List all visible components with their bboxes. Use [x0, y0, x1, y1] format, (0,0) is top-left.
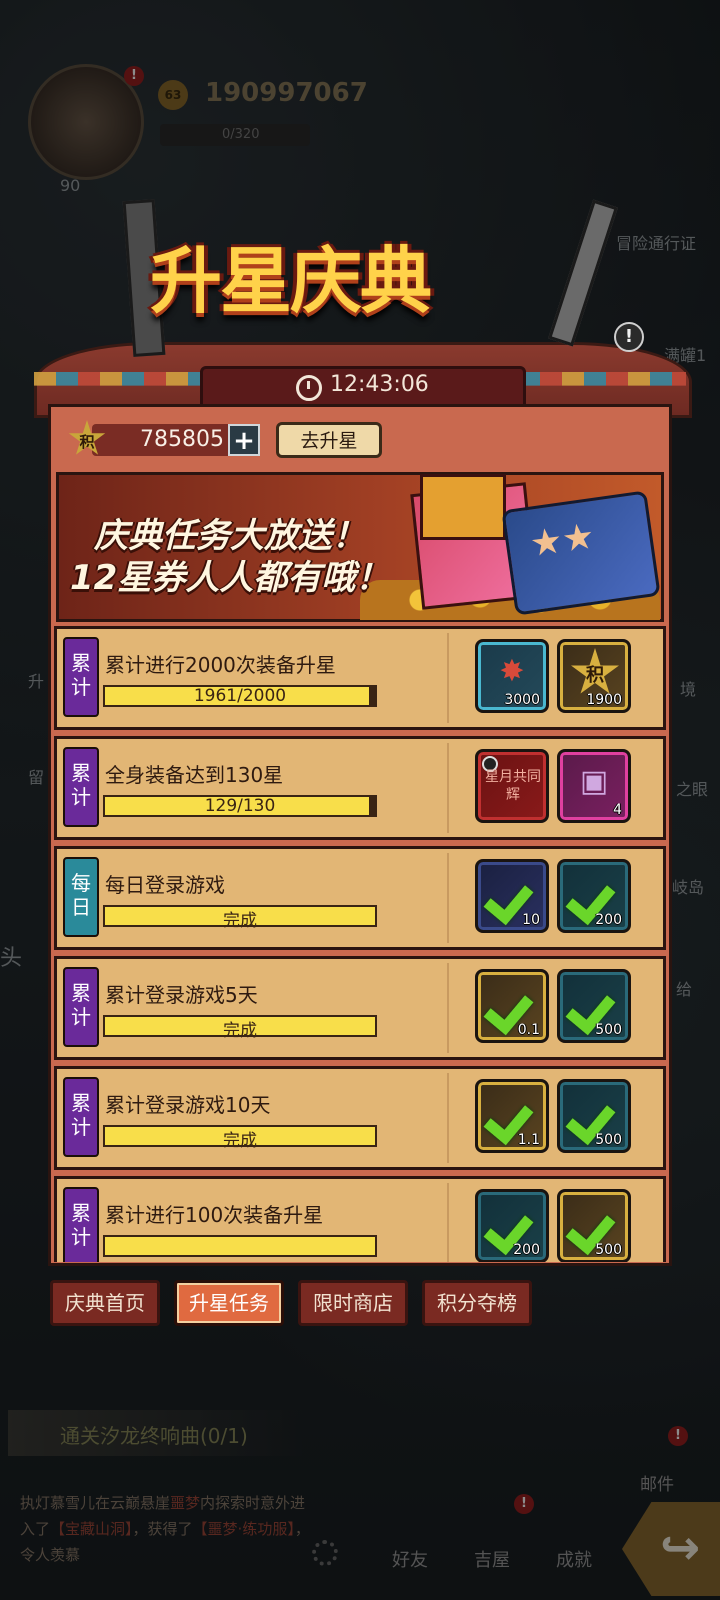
reward-count: 200: [513, 1242, 540, 1258]
task-divider: [447, 1073, 449, 1163]
reward-count: 10: [522, 912, 540, 928]
reward-item[interactable]: 1.1: [475, 1079, 549, 1153]
tab-3[interactable]: 限时商店: [298, 1280, 408, 1326]
chest-icon: ▣: [579, 764, 609, 799]
task-tag: 累计: [63, 747, 99, 827]
task-row[interactable]: 每日每日登录游戏完成 10 200: [54, 846, 666, 950]
reward-count: 1900: [586, 692, 622, 708]
task-row[interactable]: 累计累计进行100次装备升星 200 500: [54, 1176, 666, 1262]
task-divider: [447, 1183, 449, 1262]
task-title: 每日登录游戏: [105, 873, 225, 897]
task-divider: [447, 963, 449, 1053]
reward-item[interactable]: ✸ 3000: [475, 639, 549, 713]
reward-item[interactable]: 积 1900: [557, 639, 631, 713]
task-row[interactable]: 累计累计登录游戏10天完成 1.1 500: [54, 1066, 666, 1170]
add-score-button[interactable]: +: [228, 424, 260, 456]
event-timer: 12:43:06: [330, 372, 429, 397]
task-list[interactable]: 累计累计进行2000次装备升星 1961/2000 ✸ 3000 积 1900 累计全身装备…: [52, 626, 668, 1262]
task-title: 全身装备达到130星: [105, 763, 284, 787]
score-value: 785805: [140, 427, 224, 452]
reward-item[interactable]: 200: [557, 859, 631, 933]
reward-item[interactable]: ▣ 4: [557, 749, 631, 823]
task-row[interactable]: 累计全身装备达到130星 129/130 星月共同辉 ▣ 4: [54, 736, 666, 840]
reward-count: 4: [613, 802, 622, 818]
task-divider: [447, 853, 449, 943]
info-icon[interactable]: !: [614, 322, 644, 352]
go-star-button[interactable]: 去升星: [276, 422, 382, 458]
reward-item[interactable]: 星月共同辉: [475, 749, 549, 823]
task-row[interactable]: 累计累计进行2000次装备升星 1961/2000 ✸ 3000 积 1900: [54, 626, 666, 730]
reward-count: 200: [595, 912, 622, 928]
task-divider: [447, 633, 449, 723]
task-title: 累计进行100次装备升星: [105, 1203, 324, 1227]
task-tag: 累计: [63, 637, 99, 717]
task-tag: 累计: [63, 1077, 99, 1157]
reward-count: 0.1: [517, 1022, 540, 1038]
tab-1[interactable]: 庆典首页: [50, 1280, 160, 1326]
reward-count: 500: [595, 1132, 622, 1148]
task-title: 累计登录游戏10天: [105, 1093, 271, 1117]
clock-icon: [296, 375, 322, 401]
task-tag: 每日: [63, 857, 99, 937]
reward-item[interactable]: 500: [557, 1079, 631, 1153]
reward-material-icon: ✸: [499, 654, 525, 689]
reward-title-text: 星月共同辉: [485, 769, 541, 803]
banner-subline: 12星券人人都有哦！: [70, 558, 390, 598]
task-progress-text: 1961/2000: [193, 686, 287, 706]
task-title: 累计进行2000次装备升星: [105, 653, 336, 677]
reward-item[interactable]: 200: [475, 1189, 549, 1262]
task-progress-text: 完成: [223, 1131, 257, 1151]
reward-count: 1.1: [517, 1132, 540, 1148]
task-divider: [447, 743, 449, 833]
reward-item[interactable]: 0.1: [475, 969, 549, 1043]
reward-count: 3000: [504, 692, 540, 708]
reward-item[interactable]: 500: [557, 969, 631, 1043]
tab-2[interactable]: 升星任务: [174, 1280, 284, 1326]
task-progress-fill: [105, 1237, 375, 1255]
reward-count: 500: [595, 1242, 622, 1258]
reward-count: 500: [595, 1022, 622, 1038]
task-progress-text: 完成: [223, 911, 257, 931]
reward-item[interactable]: 10: [475, 859, 549, 933]
task-progress-text: 129/130: [204, 796, 276, 816]
gift-box-small-image: [420, 474, 506, 540]
task-row[interactable]: 累计累计登录游戏5天完成 0.1 500: [54, 956, 666, 1060]
tab-4[interactable]: 积分夺榜: [422, 1280, 532, 1326]
task-progress-bar: [103, 1235, 377, 1257]
reward-item[interactable]: 500: [557, 1189, 631, 1262]
task-progress-text: 完成: [223, 1021, 257, 1041]
task-tag: 累计: [63, 1187, 99, 1262]
task-title: 累计登录游戏5天: [105, 983, 258, 1007]
points-star-icon: 积: [571, 648, 619, 694]
task-tag: 累计: [63, 967, 99, 1047]
event-title: 升星庆典: [150, 239, 432, 323]
